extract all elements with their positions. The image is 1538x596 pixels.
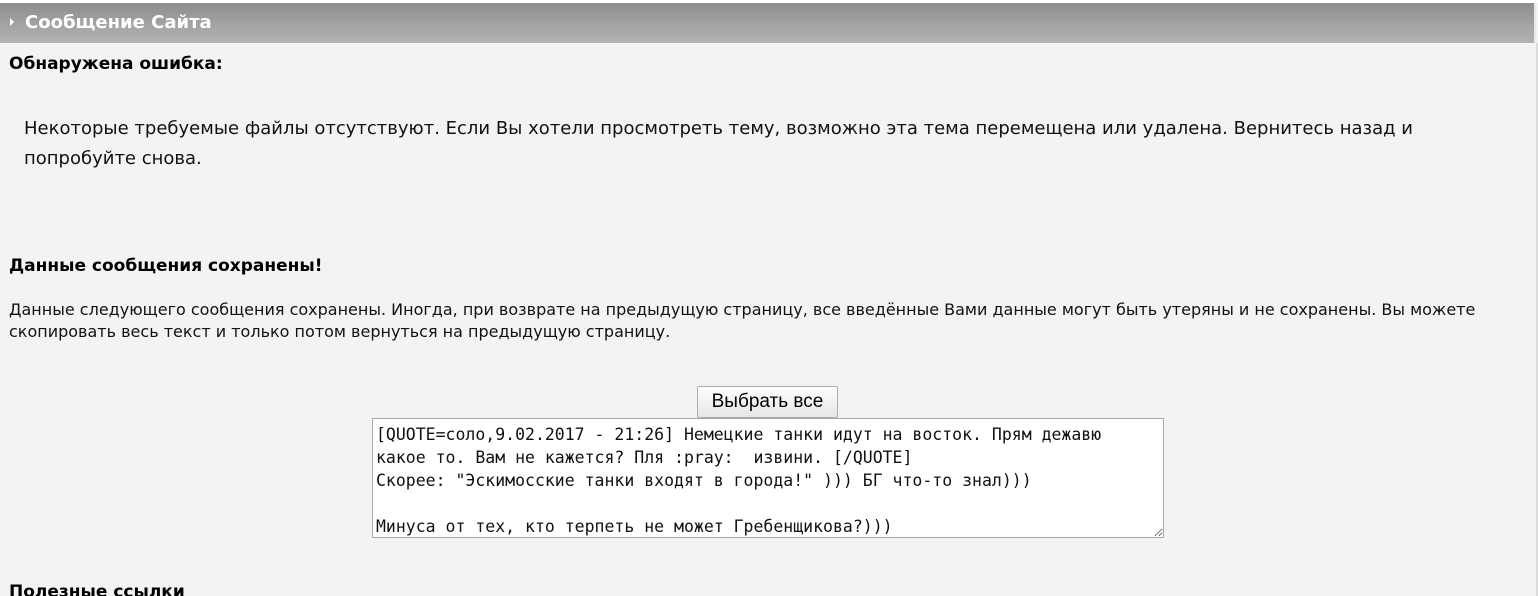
header-title: Сообщение Сайта [25, 12, 212, 33]
error-heading: Обнаружена ошибка: [9, 54, 223, 74]
saved-message: Данные следующего сообщения сохранены. И… [9, 300, 1476, 341]
error-message: Некоторые требуемые файлы отсутствуют. Е… [24, 118, 1413, 169]
select-all-button[interactable]: Выбрать все [697, 386, 838, 418]
triangle-right-icon [10, 18, 14, 26]
header-bar: Сообщение Сайта [0, 3, 1536, 43]
useful-links-heading: Полезные ссылки [9, 582, 185, 596]
saved-heading: Данные сообщения сохранены! [9, 256, 323, 276]
saved-post-textarea[interactable]: [QUOTE=соло,9.02.2017 - 21:26] Немецкие … [372, 418, 1164, 538]
page: Сообщение Сайта Обнаружена ошибка: Некот… [0, 0, 1538, 596]
